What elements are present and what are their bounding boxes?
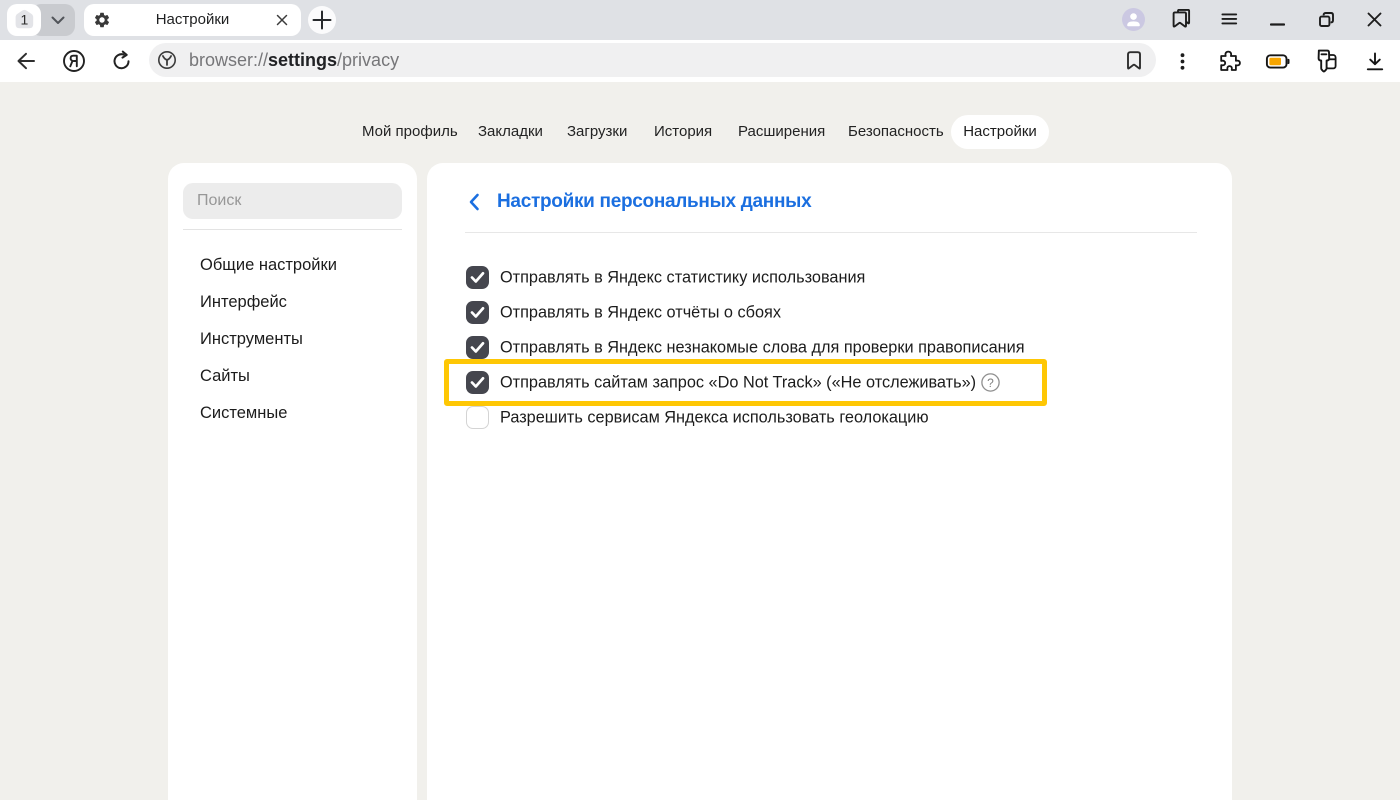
svg-text:1: 1: [21, 12, 29, 28]
svg-text:?: ?: [987, 376, 994, 390]
